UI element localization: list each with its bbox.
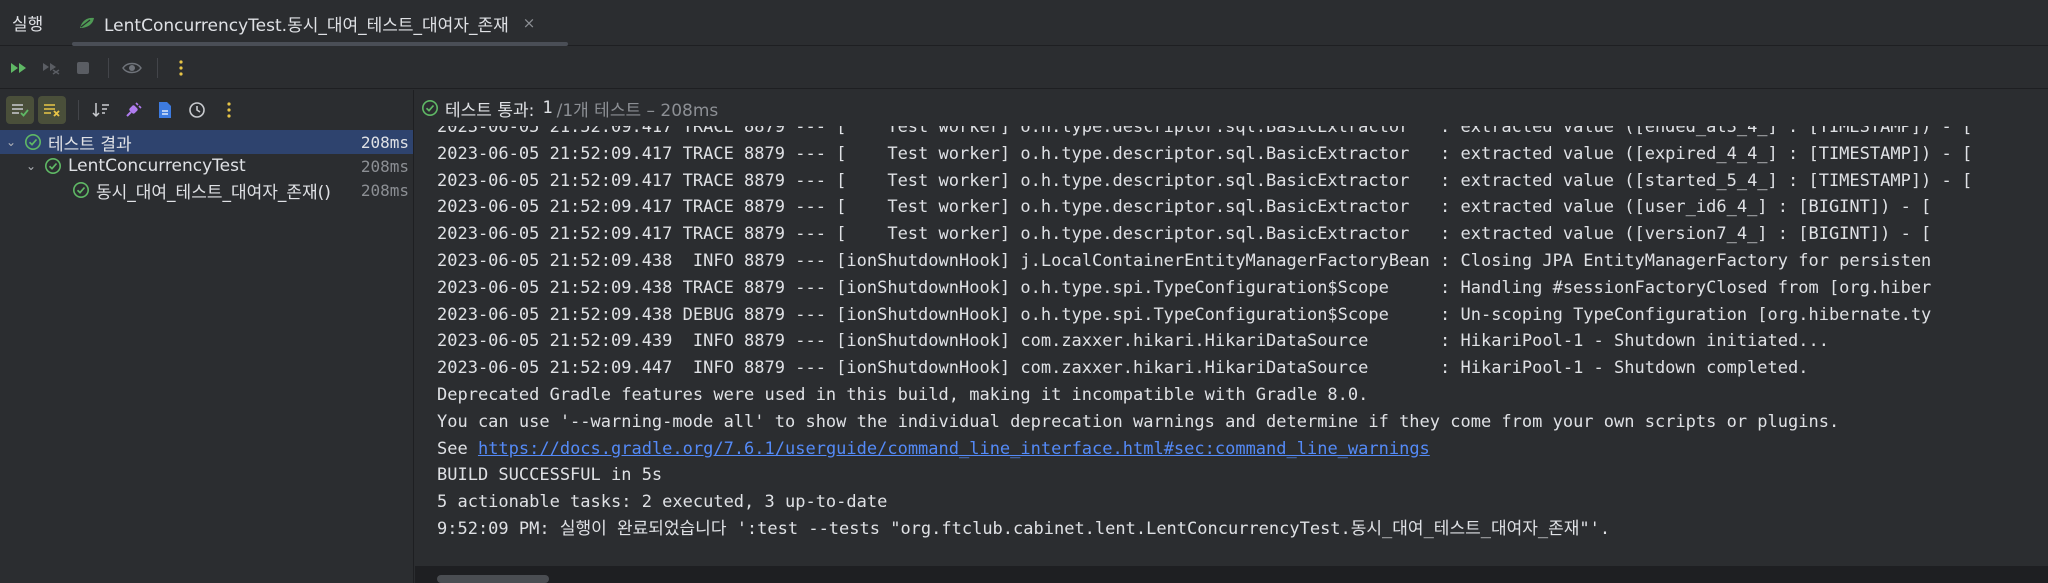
console-line: 2023-06-05 21:52:09.417 TRACE 8879 --- [… — [437, 126, 1973, 137]
test-pass-count: 1 — [542, 98, 553, 118]
rerun-button[interactable] — [4, 53, 34, 83]
tree-row-label: 테스트 결과 — [48, 134, 132, 155]
test-leaf-icon — [80, 17, 94, 28]
horizontal-scrollbar[interactable] — [437, 575, 549, 583]
console-line: 2023-06-05 21:52:09.438 TRACE 8879 --- [… — [437, 277, 1932, 298]
run-label: 실행 — [12, 15, 44, 35]
tree-row-duration: 208ms — [360, 156, 409, 176]
view-button[interactable] — [117, 53, 147, 83]
console-lines: 2023-06-05 21:52:09.417 TRACE 8879 --- [… — [437, 126, 2048, 543]
chevron-down-icon[interactable]: ⌄ — [24, 159, 38, 173]
console-line: 2023-06-05 21:52:09.439 INFO 8879 --- [i… — [437, 331, 1829, 352]
console-line-see: See https://docs.gradle.org/7.6.1/usergu… — [437, 436, 2048, 463]
console-line: BUILD SUCCESSFUL in 5s — [437, 465, 663, 486]
test-passed-icon — [73, 182, 89, 198]
show-passed-icon — [12, 104, 29, 117]
stop-icon — [77, 61, 89, 74]
test-passed-icon — [422, 100, 438, 116]
rerun-failed-button[interactable] — [36, 53, 66, 83]
test-tree-toolbar — [0, 90, 413, 130]
more-vertical-icon — [227, 102, 231, 118]
tree-row-test-results[interactable]: ⌄ 테스트 결과 208ms — [0, 130, 413, 155]
close-tab-icon[interactable]: × — [523, 14, 536, 32]
console-line: 2023-06-05 21:52:09.438 DEBUG 8879 --- [… — [437, 304, 1932, 325]
rerun-failed-icon — [43, 62, 60, 75]
tree-row-duration: 208ms — [360, 180, 409, 200]
console-line: 2023-06-05 21:52:09.417 TRACE 8879 --- [… — [437, 143, 1973, 164]
console-line: 9:52:09 PM: 실행이 완료되었습니다 ':test --tests "… — [437, 518, 1611, 539]
test-tree-panel: ⌄ 테스트 결과 208ms ⌄ LentConcurrencyTest 208… — [0, 90, 414, 583]
tree-row-test-method[interactable]: 동시_대여_테스트_대여자_존재() 208ms — [0, 178, 413, 203]
rerun-icon — [11, 62, 26, 73]
history-icon — [189, 102, 205, 118]
show-ignored-icon — [44, 104, 60, 117]
history-button[interactable] — [183, 96, 211, 124]
toolbar-separator — [78, 100, 79, 120]
plug-icon — [126, 102, 142, 117]
console-line: 5 actionable tasks: 2 executed, 3 up-to-… — [437, 492, 888, 513]
tree-row-duration: 208ms — [360, 132, 409, 152]
test-status-detail: /1개 테스트 – 208ms — [556, 100, 719, 121]
more-vertical-icon — [179, 59, 183, 76]
console-line: Deprecated Gradle features were used in … — [437, 384, 1369, 405]
console-line: 2023-06-05 21:52:09.417 TRACE 8879 --- [… — [437, 197, 1932, 218]
console-line: You can use '--warning-mode all' to show… — [437, 411, 1840, 432]
import-tests-button[interactable] — [119, 96, 147, 124]
tree-row-label: 동시_대여_테스트_대여자_존재() — [96, 182, 331, 203]
show-ignored-button[interactable] — [38, 96, 66, 124]
more-options-button[interactable] — [166, 53, 196, 83]
test-passed-icon — [45, 158, 61, 174]
test-status-label: 테스트 통과: — [445, 100, 535, 121]
console-panel: 테스트 통과: 1 /1개 테스트 – 208ms 2023-06-05 21:… — [415, 90, 2048, 583]
run-tab[interactable]: LentConcurrencyTest.동시_대여_테스트_대여자_존재 × — [72, 0, 568, 46]
gradle-docs-link[interactable]: https://docs.gradle.org/7.6.1/userguide/… — [478, 439, 1430, 459]
see-prefix: See — [437, 438, 478, 459]
eye-icon — [122, 62, 142, 73]
sort-icon — [92, 103, 109, 118]
tree-more-button[interactable] — [215, 96, 243, 124]
show-passed-button[interactable] — [6, 96, 34, 124]
sort-button[interactable] — [87, 96, 115, 124]
run-tool-window-header: 실행 LentConcurrencyTest.동시_대여_테스트_대여자_존재 … — [0, 0, 2048, 46]
console-line: 2023-06-05 21:52:09.417 TRACE 8879 --- [… — [437, 170, 1973, 191]
console-line: 2023-06-05 21:52:09.447 INFO 8879 --- [i… — [437, 358, 1809, 379]
active-tab-indicator — [72, 42, 568, 46]
toolbar-separator — [157, 57, 158, 78]
stop-button[interactable] — [68, 53, 98, 83]
console-line: 2023-06-05 21:52:09.417 TRACE 8879 --- [… — [437, 224, 1932, 245]
run-toolbar — [0, 47, 2048, 89]
tree-row-label: LentConcurrencyTest — [68, 156, 246, 176]
run-tab-title: LentConcurrencyTest.동시_대여_테스트_대여자_존재 — [104, 15, 509, 36]
export-icon — [159, 102, 171, 118]
tree-row-test-class[interactable]: ⌄ LentConcurrencyTest 208ms — [0, 154, 413, 178]
test-status-header: 테스트 통과: 1 /1개 테스트 – 208ms — [415, 90, 2048, 126]
chevron-down-icon[interactable]: ⌄ — [4, 135, 18, 149]
toolbar-separator — [108, 57, 109, 78]
test-passed-icon — [25, 134, 41, 150]
console-output[interactable]: 2023-06-05 21:52:09.417 TRACE 8879 --- [… — [415, 126, 2048, 566]
export-button[interactable] — [151, 96, 179, 124]
console-line: 2023-06-05 21:52:09.438 INFO 8879 --- [i… — [437, 250, 1932, 271]
